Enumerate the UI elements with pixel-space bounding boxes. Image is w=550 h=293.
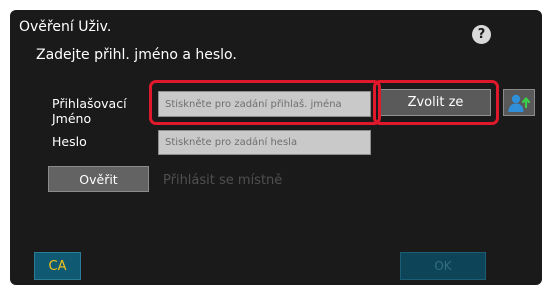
auth-dialog: Ověření Uživ. ? Zadejte přihl. jméno a h… (10, 10, 542, 285)
verify-button[interactable]: Ověřit (48, 166, 149, 192)
username-input[interactable]: Stiskněte pro zadání přihlaš. jména (158, 91, 371, 117)
address-book-button[interactable] (503, 89, 535, 116)
username-label-line1: Přihlašovací (52, 96, 127, 111)
ca-button[interactable]: CA (34, 252, 81, 280)
local-login-link[interactable]: Přihlásit se místně (163, 173, 282, 188)
help-icon[interactable]: ? (472, 25, 491, 44)
ok-button[interactable]: OK (400, 252, 486, 280)
user-select-icon (508, 94, 531, 112)
dialog-title: Ověření Uživ. (19, 19, 112, 35)
username-label-line2: Jméno (52, 111, 92, 126)
select-from-button[interactable]: Zvolit ze (380, 89, 491, 116)
password-input[interactable]: Stiskněte pro zadání hesla (158, 130, 371, 155)
instruction-text: Zadejte přihl. jméno a heslo. (36, 47, 237, 63)
password-label: Heslo (52, 134, 87, 149)
username-label: Přihlašovací Jméno (52, 96, 152, 126)
